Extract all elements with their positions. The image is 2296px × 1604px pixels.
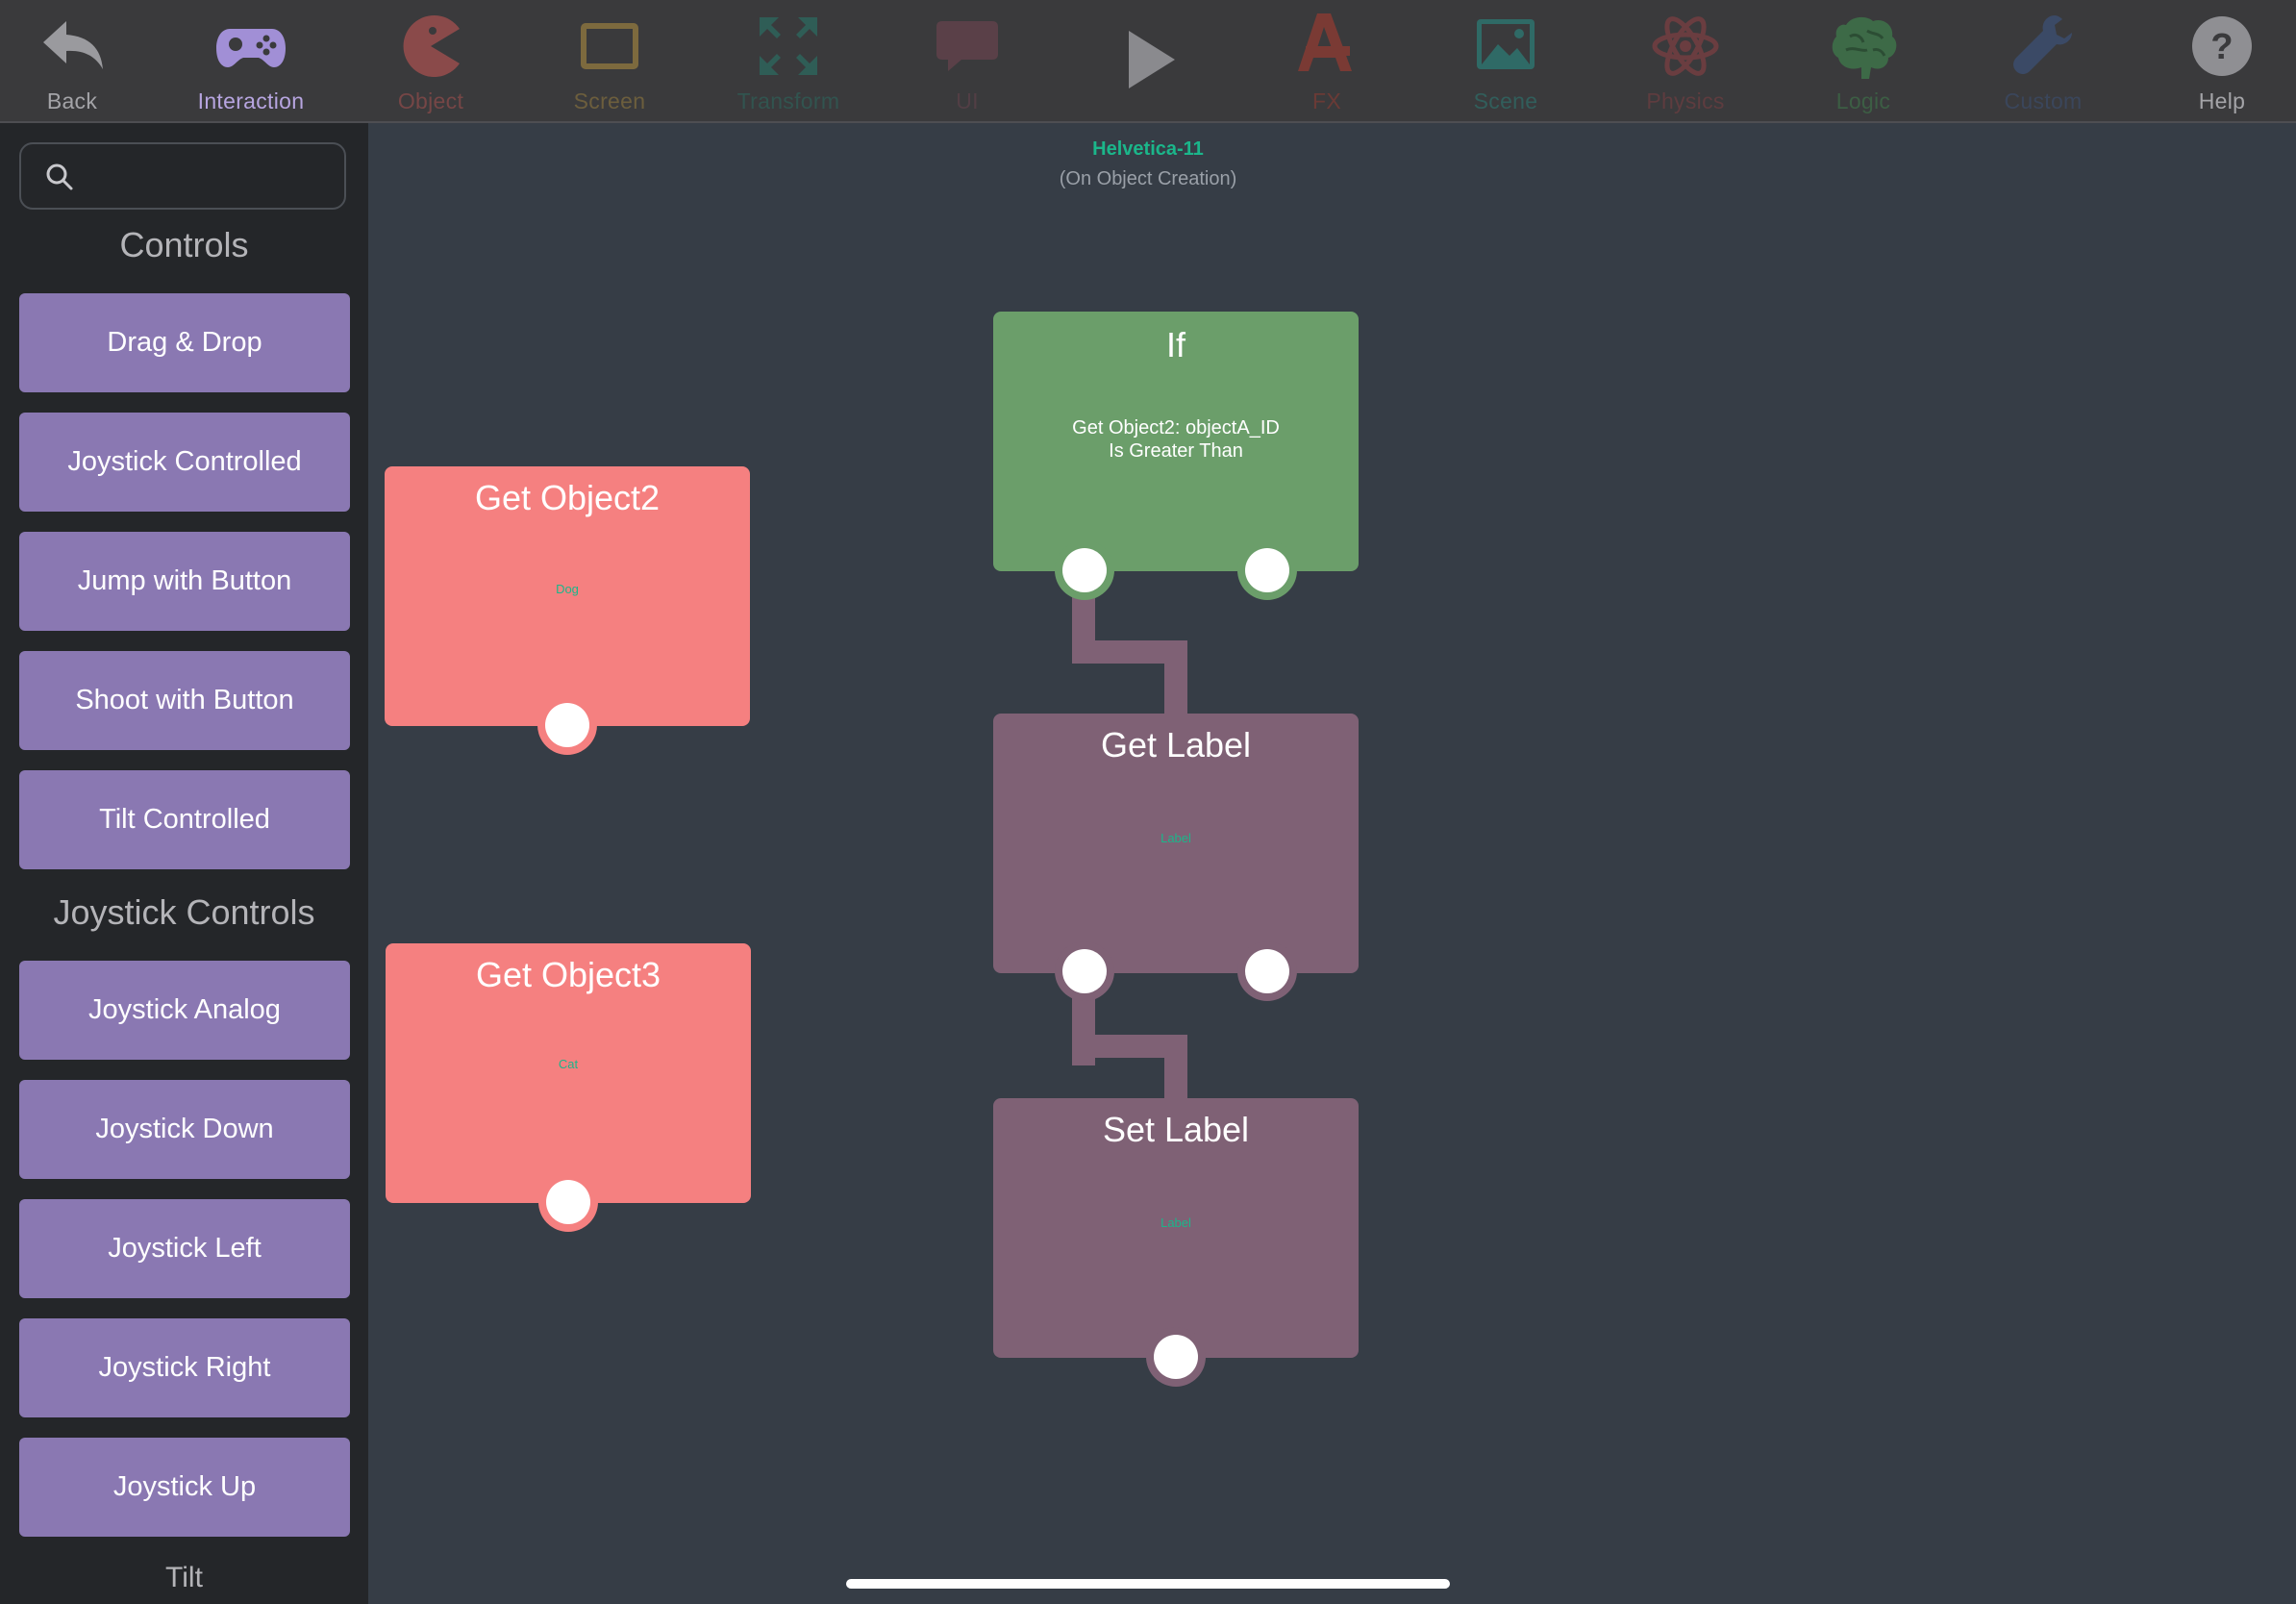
toolbar-interaction-button[interactable]: Interaction (162, 0, 340, 121)
toolbar-label: Object (397, 88, 464, 113)
get-label-right-port[interactable] (1237, 941, 1297, 1001)
if-false-port[interactable] (1237, 540, 1297, 600)
connector-wire (1164, 1035, 1187, 1100)
toolbar-ui-button[interactable]: UI (878, 0, 1057, 121)
toolbar-scene-button[interactable]: Scene (1416, 0, 1595, 121)
brain-icon (1832, 16, 1897, 79)
toolbar-transform-button[interactable]: Transform (699, 0, 878, 121)
arrows-expand-icon (760, 17, 817, 75)
palette-item-shoot-with-button[interactable]: Shoot with Button (19, 651, 350, 750)
set-label-block[interactable]: Set Label Label (993, 1098, 1359, 1358)
event-name: (On Object Creation) (1059, 168, 1237, 189)
palette-item-joystick-analog[interactable]: Joystick Analog (19, 961, 350, 1060)
if-true-port[interactable] (1055, 540, 1114, 600)
toolbar-logic-button[interactable]: Logic (1774, 0, 1953, 121)
get-object3-block[interactable]: Get Object3 Cat (386, 943, 751, 1203)
condition-operator: Is Greater Than (1109, 440, 1243, 462)
block-value: Label (1160, 831, 1191, 845)
block-title: Get Label (1100, 725, 1252, 764)
help-icon: ? (2192, 16, 2252, 76)
palette-item-tilt-controlled[interactable]: Tilt Controlled (19, 770, 350, 869)
toolbar-object-button[interactable]: Object (341, 0, 520, 121)
palette-item-joystick-down[interactable]: Joystick Down (19, 1080, 350, 1179)
block-title: If (1165, 325, 1185, 364)
toolbar-label: Help (2198, 88, 2246, 113)
toolbar-physics-button[interactable]: Physics (1596, 0, 1775, 121)
get-label-left-port[interactable] (1055, 941, 1114, 1001)
play-icon (1129, 31, 1175, 88)
toolbar-label: Custom (2004, 88, 2083, 113)
toolbar-screen-button[interactable]: Screen (520, 0, 699, 121)
toolbar-label: Interaction (197, 88, 305, 113)
toolbar-label: Transform (736, 88, 840, 113)
toolbar-label: UI (956, 88, 979, 113)
get-object2-output-port[interactable] (537, 695, 597, 755)
top-toolbar: Back Interaction Object Screen Transform… (0, 0, 2296, 123)
pacman-icon (403, 15, 460, 78)
toolbar-label: FX (1312, 88, 1341, 113)
object-name: Helvetica-11 (1092, 138, 1204, 160)
block-value: Cat (558, 1057, 579, 1071)
search-icon (46, 163, 73, 190)
palette-item-joystick-right[interactable]: Joystick Right (19, 1318, 350, 1417)
gamepad-icon (216, 29, 286, 67)
toolbar-label: Screen (573, 88, 646, 113)
if-block[interactable]: If Get Object2: objectA_ID Is Greater Th… (993, 312, 1359, 571)
connector-wire (1164, 640, 1187, 717)
toolbar-label: Logic (1835, 88, 1891, 113)
section-title-joystick-controls: Joystick Controls (53, 892, 315, 932)
speech-bubble-icon (936, 21, 998, 71)
palette-item-jump-with-button[interactable]: Jump with Button (19, 532, 350, 631)
home-indicator[interactable] (846, 1579, 1450, 1589)
section-title-tilt: Tilt (165, 1562, 203, 1593)
image-icon (1477, 19, 1535, 69)
get-object2-block[interactable]: Get Object2 Dog (385, 466, 750, 726)
get-object3-output-port[interactable] (538, 1172, 598, 1232)
wrench-icon (2013, 15, 2072, 74)
toolbar-fx-button[interactable]: FX (1237, 0, 1416, 121)
section-title-controls: Controls (119, 225, 249, 264)
palette-item-joystick-controlled[interactable]: Joystick Controlled (19, 413, 350, 512)
block-value: Dog (556, 582, 579, 596)
toolbar-back-button[interactable]: Back (0, 0, 162, 121)
tablet-icon (581, 23, 638, 69)
condition-text: Get Object2: objectA_ID (1072, 417, 1280, 439)
toolbar-label: Back (46, 88, 98, 113)
block-title: Set Label (1102, 1110, 1250, 1149)
block-title: Get Object2 (474, 478, 661, 517)
get-label-block[interactable]: Get Label Label (993, 714, 1359, 973)
toolbar-custom-button[interactable]: Custom (1954, 0, 2133, 121)
back-arrow-icon (43, 21, 103, 69)
behavior-palette-sidebar: Controls Drag & Drop Joystick Controlled… (0, 123, 368, 1604)
toolbar-label: Scene (1473, 88, 1538, 113)
block-title: Get Object3 (475, 955, 661, 994)
set-label-output-port[interactable] (1146, 1327, 1206, 1387)
atom-icon (1652, 16, 1719, 76)
search-input[interactable] (19, 142, 346, 210)
play-button[interactable] (1059, 0, 1237, 121)
block-value: Label (1160, 1216, 1191, 1230)
svg-text:?: ? (2210, 27, 2233, 67)
palette-item-drag-drop[interactable]: Drag & Drop (19, 293, 350, 392)
toolbar-help-button[interactable]: ? Help (2133, 0, 2296, 121)
fx-app-icon (1298, 13, 1352, 71)
palette-item-joystick-up[interactable]: Joystick Up (19, 1438, 350, 1537)
palette-item-joystick-left[interactable]: Joystick Left (19, 1199, 350, 1298)
toolbar-label: Physics (1646, 88, 1725, 113)
